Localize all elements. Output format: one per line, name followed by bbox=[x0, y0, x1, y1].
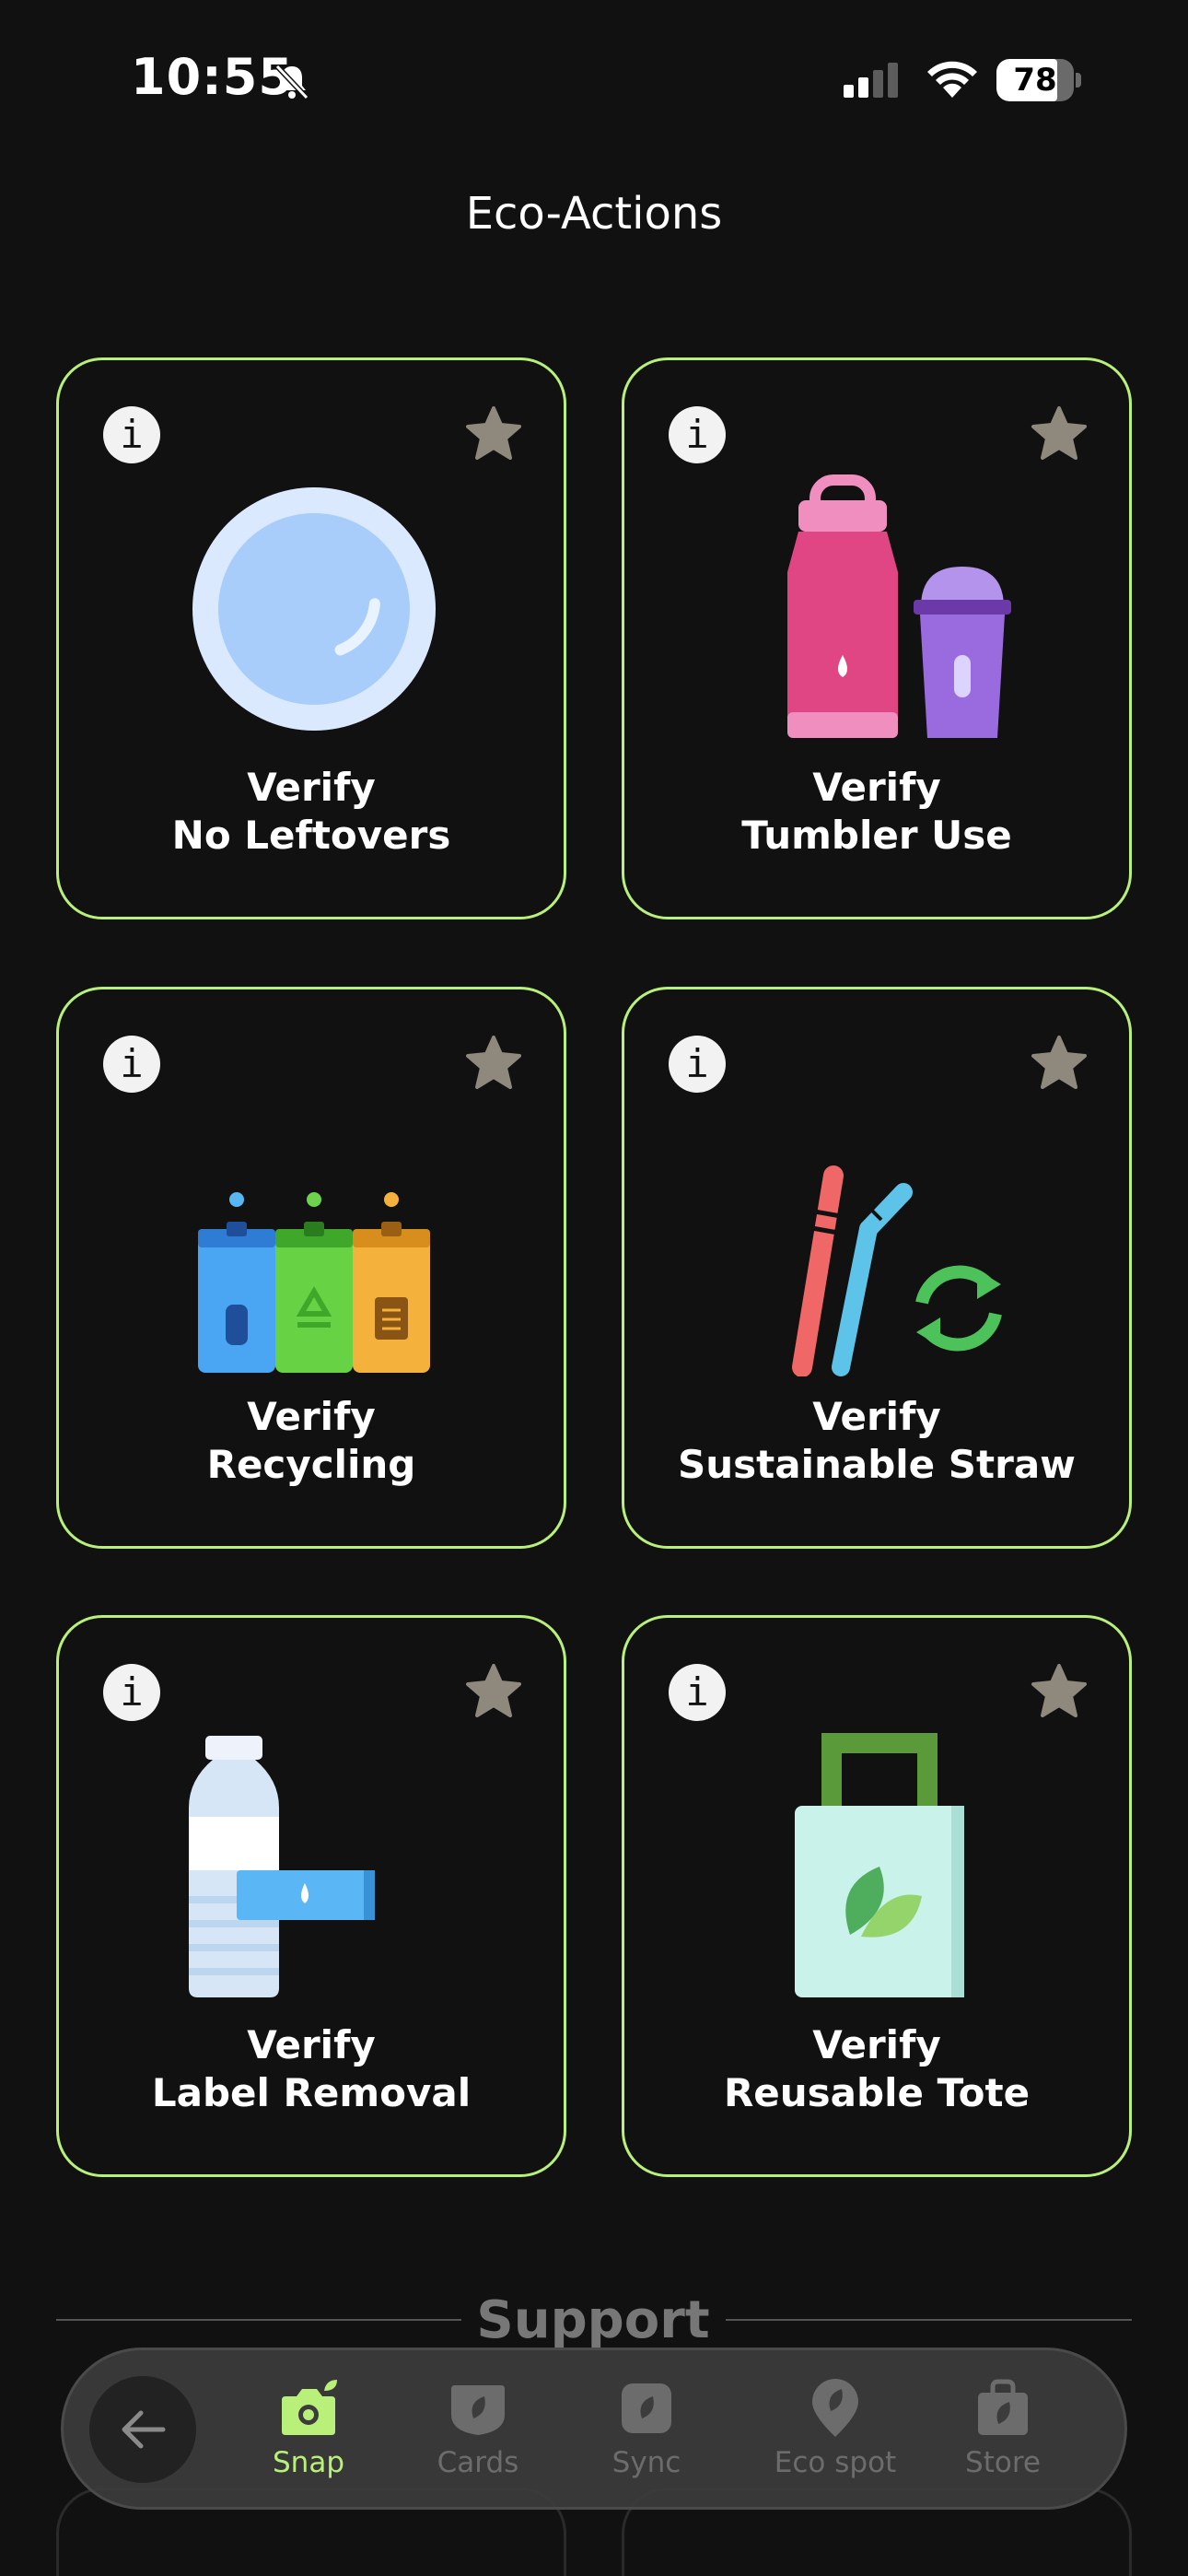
info-icon[interactable]: i bbox=[103, 406, 160, 463]
status-time: 10:55 bbox=[131, 48, 294, 106]
info-icon[interactable]: i bbox=[669, 1664, 726, 1721]
card-label: Verify Tumbler Use bbox=[741, 765, 1012, 858]
card-tumbler-use[interactable]: i Verify Tumbler Use bbox=[622, 357, 1132, 919]
info-icon[interactable]: i bbox=[103, 1036, 160, 1093]
camera-icon bbox=[282, 2380, 337, 2435]
card-label: Verify No Leftovers bbox=[171, 765, 451, 858]
card-recycling[interactable]: i Verify Recycling bbox=[56, 987, 566, 1549]
nav-label: Sync bbox=[611, 2446, 681, 2479]
plate-icon bbox=[192, 487, 436, 731]
tote-bag-icon bbox=[795, 1733, 964, 1997]
info-icon[interactable]: i bbox=[103, 1664, 160, 1721]
info-icon[interactable]: i bbox=[669, 1036, 726, 1093]
battery-level: 78 bbox=[1013, 62, 1057, 99]
divider bbox=[726, 2319, 1132, 2321]
card-sustainable-straw[interactable]: i Verify Sustainable Straw bbox=[622, 987, 1132, 1549]
back-button[interactable] bbox=[89, 2376, 196, 2483]
tumbler-icon bbox=[787, 474, 1011, 738]
nav-label: Snap bbox=[273, 2446, 344, 2479]
bottle-label-icon bbox=[189, 1736, 375, 1997]
recycling-bins-icon bbox=[198, 1192, 430, 1373]
support-title: Support bbox=[476, 2290, 710, 2350]
card-reusable-tote[interactable]: i Verify Reusable Tote bbox=[622, 1615, 1132, 2177]
nav-label: Eco spot bbox=[774, 2446, 897, 2479]
shopping-bag-icon bbox=[978, 2379, 1028, 2435]
card-label: Verify Label Removal bbox=[151, 2022, 472, 2115]
star-icon[interactable] bbox=[1030, 1034, 1089, 1093]
star-icon[interactable] bbox=[1030, 404, 1089, 463]
nav-sync[interactable]: Sync bbox=[573, 2378, 720, 2488]
battery-icon: 78 bbox=[996, 59, 1081, 101]
card-label-removal[interactable]: i Verify Label Removal bbox=[56, 1615, 566, 2177]
bell-slash-icon bbox=[274, 64, 309, 100]
signal-icon bbox=[844, 63, 898, 98]
wifi-icon bbox=[927, 61, 977, 98]
nav-snap[interactable]: Snap bbox=[235, 2378, 382, 2488]
arrow-left-icon bbox=[122, 2410, 166, 2449]
nav-store[interactable]: Store bbox=[929, 2378, 1077, 2488]
sync-icon bbox=[622, 2383, 671, 2433]
nav-label: Store bbox=[965, 2446, 1041, 2479]
star-icon[interactable] bbox=[464, 1034, 523, 1093]
nav-label: Cards bbox=[437, 2446, 519, 2479]
star-icon[interactable] bbox=[1030, 1662, 1089, 1721]
straw-icon bbox=[792, 1165, 1002, 1376]
map-pin-icon bbox=[812, 2379, 858, 2437]
star-icon[interactable] bbox=[464, 404, 523, 463]
divider bbox=[56, 2319, 461, 2321]
card-label: Verify Sustainable Straw bbox=[678, 1394, 1076, 1487]
star-icon[interactable] bbox=[464, 1662, 523, 1721]
status-bar: 10:55 78 bbox=[0, 0, 1188, 161]
info-icon[interactable]: i bbox=[669, 406, 726, 463]
bottom-nav: Snap Cards Sync Eco spot Store bbox=[61, 2348, 1127, 2510]
nav-eco-spot[interactable]: Eco spot bbox=[743, 2378, 927, 2488]
card-label: Verify Recycling bbox=[206, 1394, 416, 1487]
card-label: Verify Reusable Tote bbox=[723, 2022, 1031, 2115]
cards-icon bbox=[451, 2385, 505, 2435]
card-no-leftovers[interactable]: i Verify No Leftovers bbox=[56, 357, 566, 919]
page-title: Eco-Actions bbox=[465, 188, 723, 240]
nav-cards[interactable]: Cards bbox=[404, 2378, 552, 2488]
